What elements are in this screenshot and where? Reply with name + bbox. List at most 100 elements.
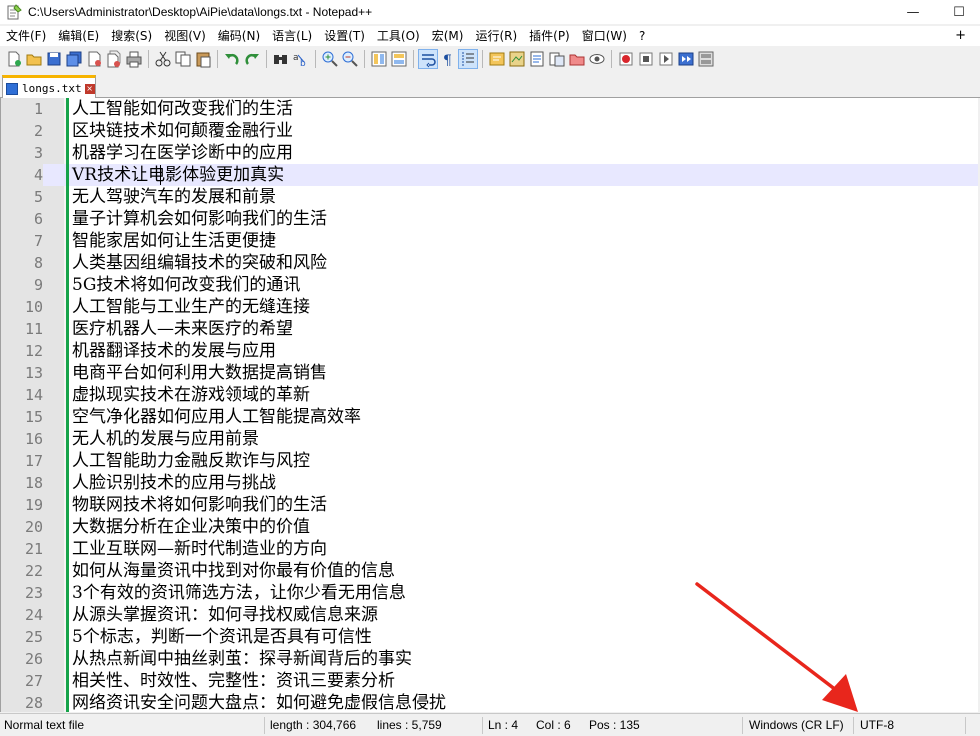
- close-icon[interactable]: [85, 50, 103, 68]
- save-macro-icon[interactable]: [697, 50, 715, 68]
- line-text[interactable]: 网络资讯安全问题大盘点：如何避免虚假信息侵扰: [72, 692, 446, 712]
- editor-line[interactable]: 15 空气净化器如何应用人工智能提高效率: [1, 406, 980, 428]
- run-macro-multiple-icon[interactable]: [677, 50, 695, 68]
- editor-line[interactable]: 22 如何从海量资讯中找到对你最有价值的信息: [1, 560, 980, 582]
- status-eol[interactable]: Windows (CR LF): [749, 714, 844, 736]
- show-all-chars-icon[interactable]: ¶: [439, 50, 457, 69]
- tab-close-icon[interactable]: ×: [84, 83, 95, 94]
- function-list-icon[interactable]: [528, 50, 546, 68]
- undo-icon[interactable]: [223, 50, 241, 68]
- editor-line[interactable]: 20 大数据分析在企业决策中的价值: [1, 516, 980, 538]
- line-text[interactable]: 人工智能与工业生产的无缝连接: [72, 296, 310, 318]
- menu-plus-button[interactable]: +: [955, 26, 966, 46]
- monitoring-icon[interactable]: [588, 50, 606, 68]
- menu-window[interactable]: 窗口(W): [576, 26, 633, 46]
- close-all-icon[interactable]: [105, 50, 123, 68]
- line-text[interactable]: 无人驾驶汽车的发展和前景: [72, 186, 276, 208]
- editor-line[interactable]: 16 无人机的发展与应用前景: [1, 428, 980, 450]
- find-icon[interactable]: [272, 50, 290, 68]
- editor-line[interactable]: 27 相关性、时效性、完整性：资讯三要素分析: [1, 670, 980, 692]
- line-text[interactable]: 虚拟现实技术在游戏领域的革新: [72, 384, 310, 406]
- line-text[interactable]: 人工智能如何改变我们的生活: [72, 98, 293, 120]
- print-icon[interactable]: [125, 50, 143, 68]
- word-wrap-icon[interactable]: [418, 49, 438, 69]
- line-text[interactable]: 从源头掌握资讯：如何寻找权威信息来源: [72, 604, 378, 626]
- line-text[interactable]: 人类基因组编辑技术的突破和风险: [72, 252, 327, 274]
- menu-view[interactable]: 视图(V): [158, 26, 212, 46]
- line-text[interactable]: 医疗机器人—未来医疗的希望: [72, 318, 293, 340]
- line-text[interactable]: 电商平台如何利用大数据提高销售: [72, 362, 327, 384]
- play-macro-icon[interactable]: [657, 50, 675, 68]
- line-text[interactable]: 机器翻译技术的发展与应用: [72, 340, 276, 362]
- line-text[interactable]: 相关性、时效性、完整性：资讯三要素分析: [72, 670, 395, 692]
- line-text[interactable]: 3个有效的资讯筛选方法，让你少看无用信息: [72, 582, 406, 604]
- zoom-out-icon[interactable]: [341, 50, 359, 68]
- menu-edit[interactable]: 编辑(E): [52, 26, 105, 46]
- menu-plugins[interactable]: 插件(P): [523, 26, 576, 46]
- menu-macro[interactable]: 宏(M): [426, 26, 470, 46]
- sync-horizontal-icon[interactable]: [390, 50, 408, 68]
- editor-line[interactable]: 26 从热点新闻中抽丝剥茧：探寻新闻背后的事实: [1, 648, 980, 670]
- line-text[interactable]: 人脸识别技术的应用与挑战: [72, 472, 276, 494]
- editor-line[interactable]: 18 人脸识别技术的应用与挑战: [1, 472, 980, 494]
- line-text[interactable]: 区块链技术如何颠覆金融行业: [72, 120, 293, 142]
- folder-as-workspace-icon[interactable]: [568, 50, 586, 68]
- editor-line[interactable]: 4 VR技术让电影体验更加真实: [1, 164, 980, 186]
- menu-settings[interactable]: 设置(T): [318, 26, 371, 46]
- sync-vertical-icon[interactable]: [370, 50, 388, 68]
- menu-encoding[interactable]: 编码(N): [212, 26, 266, 46]
- language-icon[interactable]: [488, 50, 506, 68]
- line-text[interactable]: 智能家居如何让生活更便捷: [72, 230, 276, 252]
- line-text[interactable]: 空气净化器如何应用人工智能提高效率: [72, 406, 361, 428]
- editor-line[interactable]: 3 机器学习在医学诊断中的应用: [1, 142, 980, 164]
- editor-line[interactable]: 19 物联网技术将如何影响我们的生活: [1, 494, 980, 516]
- editor-line[interactable]: 9 5G技术将如何改变我们的通讯: [1, 274, 980, 296]
- new-file-icon[interactable]: [5, 50, 23, 68]
- replace-icon[interactable]: ab: [292, 50, 310, 69]
- editor-line[interactable]: 1 人工智能如何改变我们的生活: [1, 98, 980, 120]
- stop-macro-icon[interactable]: [637, 50, 655, 68]
- menu-language[interactable]: 语言(L): [266, 26, 318, 46]
- editor-line[interactable]: 2 区块链技术如何颠覆金融行业: [1, 120, 980, 142]
- zoom-in-icon[interactable]: [321, 50, 339, 68]
- line-text[interactable]: 物联网技术将如何影响我们的生活: [72, 494, 327, 516]
- line-text[interactable]: 5G技术将如何改变我们的通讯: [72, 274, 300, 296]
- editor-line[interactable]: 25 5个标志，判断一个资讯是否具有可信性: [1, 626, 980, 648]
- record-macro-icon[interactable]: [617, 50, 635, 68]
- editor-line[interactable]: 10 人工智能与工业生产的无缝连接: [1, 296, 980, 318]
- status-encoding[interactable]: UTF-8: [860, 714, 894, 736]
- editor-line[interactable]: 17 人工智能助力金融反欺诈与风控: [1, 450, 980, 472]
- editor-line[interactable]: 12 机器翻译技术的发展与应用: [1, 340, 980, 362]
- folder-workspace-icon[interactable]: [548, 50, 566, 68]
- editor-line[interactable]: 14 虚拟现实技术在游戏领域的革新: [1, 384, 980, 406]
- editor-area[interactable]: 1 人工智能如何改变我们的生活 2 区块链技术如何颠覆金融行业 3 机器学习在医学诊断中的…: [0, 98, 980, 712]
- line-text[interactable]: 人工智能助力金融反欺诈与风控: [72, 450, 310, 472]
- line-text[interactable]: 工业互联网—新时代制造业的方向: [72, 538, 327, 560]
- indent-guide-icon[interactable]: [458, 49, 478, 69]
- editor-line[interactable]: 13 电商平台如何利用大数据提高销售: [1, 362, 980, 384]
- menu-file[interactable]: 文件(F): [0, 26, 52, 46]
- menu-help[interactable]: ?: [633, 26, 651, 46]
- line-text[interactable]: VR技术让电影体验更加真实: [72, 164, 284, 186]
- editor-line[interactable]: 5 无人驾驶汽车的发展和前景: [1, 186, 980, 208]
- line-text[interactable]: 机器学习在医学诊断中的应用: [72, 142, 293, 164]
- open-file-icon[interactable]: [25, 50, 43, 68]
- save-icon[interactable]: [45, 50, 63, 68]
- line-text[interactable]: 大数据分析在企业决策中的价值: [72, 516, 310, 538]
- line-text[interactable]: 量子计算机会如何影响我们的生活: [72, 208, 327, 230]
- line-text[interactable]: 从热点新闻中抽丝剥茧：探寻新闻背后的事实: [72, 648, 412, 670]
- line-text[interactable]: 5个标志，判断一个资讯是否具有可信性: [72, 626, 372, 648]
- editor-line[interactable]: 6 量子计算机会如何影响我们的生活: [1, 208, 980, 230]
- minimize-button[interactable]: —: [890, 0, 936, 24]
- save-all-icon[interactable]: [65, 50, 83, 68]
- maximize-button[interactable]: ☐: [936, 0, 980, 24]
- paste-icon[interactable]: [194, 50, 212, 68]
- line-text[interactable]: 如何从海量资讯中找到对你最有价值的信息: [72, 560, 395, 582]
- tab-longs-txt[interactable]: longs.txt ×: [2, 75, 96, 99]
- editor-line[interactable]: 7 智能家居如何让生活更便捷: [1, 230, 980, 252]
- menu-tools[interactable]: 工具(O): [371, 26, 426, 46]
- editor-line[interactable]: 23 3个有效的资讯筛选方法，让你少看无用信息: [1, 582, 980, 604]
- editor-line[interactable]: 21 工业互联网—新时代制造业的方向: [1, 538, 980, 560]
- menu-search[interactable]: 搜索(S): [105, 26, 158, 46]
- cut-icon[interactable]: [154, 50, 172, 68]
